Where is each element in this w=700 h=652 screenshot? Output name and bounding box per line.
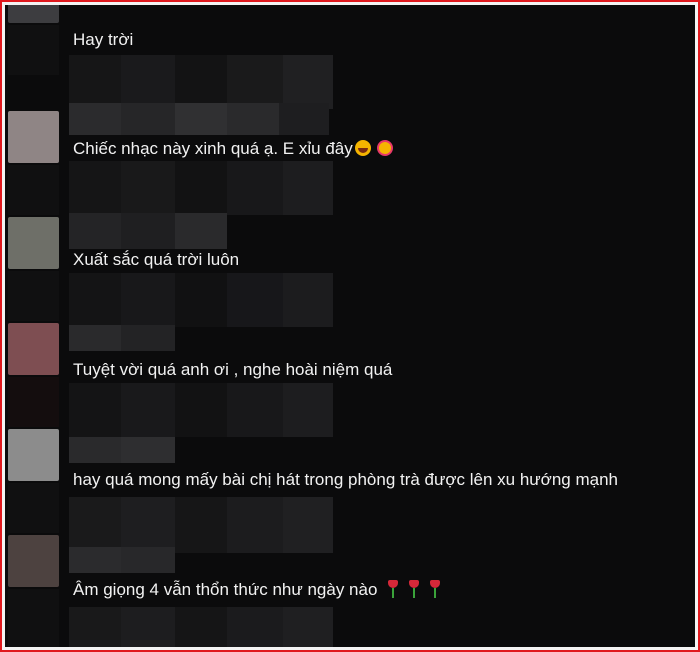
comment-item: hay quá mong mấy bài chị hát trong phòng… [5,429,695,553]
comment-text: Chiếc nhạc này xinh quá ạ. E xỉu đây [73,138,393,160]
comment-text: Tuyệt vời quá anh ơi , nghe hoài niệm qu… [73,360,393,379]
username-blurred[interactable] [69,213,227,249]
avatar-placeholder [8,165,59,215]
username-blurred[interactable] [69,547,175,573]
comment-text: Xuất sắc quá trời luôn [73,250,240,269]
image-frame: Hay trời Chiếc nhạc này xinh quá ạ. E xỉ… [0,0,700,652]
comment-item: Chiếc nhạc này xinh quá ạ. E xỉu đây [5,103,695,217]
smiling-face-with-hearts-icon [376,140,393,156]
avatar[interactable] [8,535,59,587]
comment-feed: Hay trời Chiếc nhạc này xinh quá ạ. E xỉ… [5,5,695,647]
comment-meta-blurred [69,161,333,215]
avatar[interactable] [8,5,59,23]
laughing-face-icon [354,140,371,156]
avatar[interactable] [8,111,59,163]
comment-text: Hay trời [73,30,134,49]
avatar-placeholder [8,377,59,427]
comment-item: Âm giọng 4 vẫn thổn thức như ngày nào [5,535,695,647]
avatar[interactable] [8,429,59,481]
comment-meta-blurred [69,273,333,327]
comment-item: Hay trời [5,5,695,109]
avatar-placeholder [8,483,59,533]
comment-item: Tuyệt vời quá anh ơi , nghe hoài niệm qu… [5,323,695,437]
avatar-placeholder [8,271,59,321]
comment-text-content: Âm giọng 4 vẫn thổn thức như ngày nào [73,580,378,599]
tulip-icon [409,580,420,598]
avatar[interactable] [8,323,59,375]
avatar-placeholder [8,589,59,647]
comment-meta-blurred [69,55,333,109]
username-blurred[interactable] [69,103,329,135]
comment-text: Âm giọng 4 vẫn thổn thức như ngày nào [73,579,441,601]
comment-text-content: Chiếc nhạc này xinh quá ạ. E xỉu đây [73,139,353,158]
avatar-placeholder [8,25,59,75]
comment-text: hay quá mong mấy bài chị hát trong phòng… [73,470,618,489]
comment-meta-blurred [69,607,333,647]
tulip-icon [388,580,399,598]
comment-item: Xuất sắc quá trời luôn [5,213,695,327]
username-blurred[interactable] [69,325,175,351]
avatar[interactable] [8,217,59,269]
tulip-icon [430,580,441,598]
username-blurred[interactable] [69,437,175,463]
